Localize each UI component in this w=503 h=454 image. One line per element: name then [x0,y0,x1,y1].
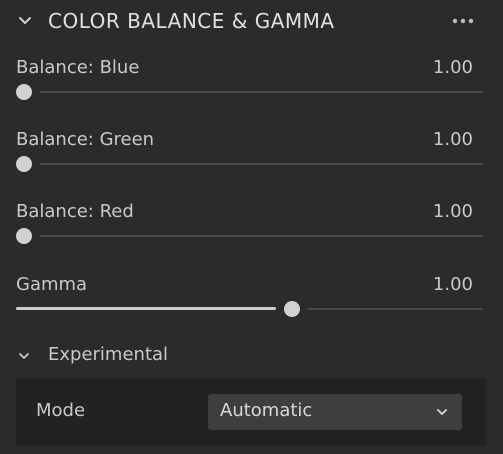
balance-blue-slider[interactable] [16,84,483,100]
gamma-slider[interactable] [16,301,483,317]
chevron-down-icon[interactable] [18,14,32,28]
slider-knob[interactable] [16,84,32,100]
chevron-down-icon[interactable] [18,350,30,362]
mode-dropdown[interactable]: Automatic [208,394,462,430]
slider-knob[interactable] [16,228,32,244]
balance-green-slider[interactable] [16,156,483,172]
slider-track [40,235,483,237]
param-balance-red: Balance: Red 1.00 [0,201,503,271]
param-label: Balance: Green [16,129,155,150]
slider-fill [16,307,276,310]
param-value[interactable]: 1.00 [433,201,473,222]
slider-track [307,308,483,310]
balance-red-slider[interactable] [16,228,483,244]
slider-knob[interactable] [16,156,32,172]
chevron-down-icon [437,409,447,415]
param-label: Balance: Red [16,201,134,222]
mode-dropdown-value: Automatic [220,400,313,421]
experimental-title: Experimental [48,344,169,365]
panel-title: COLOR BALANCE & GAMMA [48,9,335,33]
color-balance-gamma-panel: COLOR BALANCE & GAMMA Balance: Blue 1.00… [0,0,503,454]
param-label: Balance: Blue [16,57,140,78]
param-label: Gamma [16,274,88,295]
mode-label: Mode [36,400,86,421]
param-balance-blue: Balance: Blue 1.00 [0,57,503,127]
param-balance-green: Balance: Green 1.00 [0,129,503,199]
slider-knob[interactable] [283,301,300,317]
slider-track [40,163,483,165]
param-value[interactable]: 1.00 [433,57,473,78]
experimental-section-header[interactable]: Experimental [0,343,503,371]
more-horizontal-icon[interactable] [451,17,475,25]
param-value[interactable]: 1.00 [433,274,473,295]
param-value[interactable]: 1.00 [433,129,473,150]
panel-header[interactable]: COLOR BALANCE & GAMMA [0,0,503,44]
slider-track [40,91,483,93]
experimental-section: Mode Automatic [16,378,486,446]
param-gamma: Gamma 1.00 [0,274,503,344]
